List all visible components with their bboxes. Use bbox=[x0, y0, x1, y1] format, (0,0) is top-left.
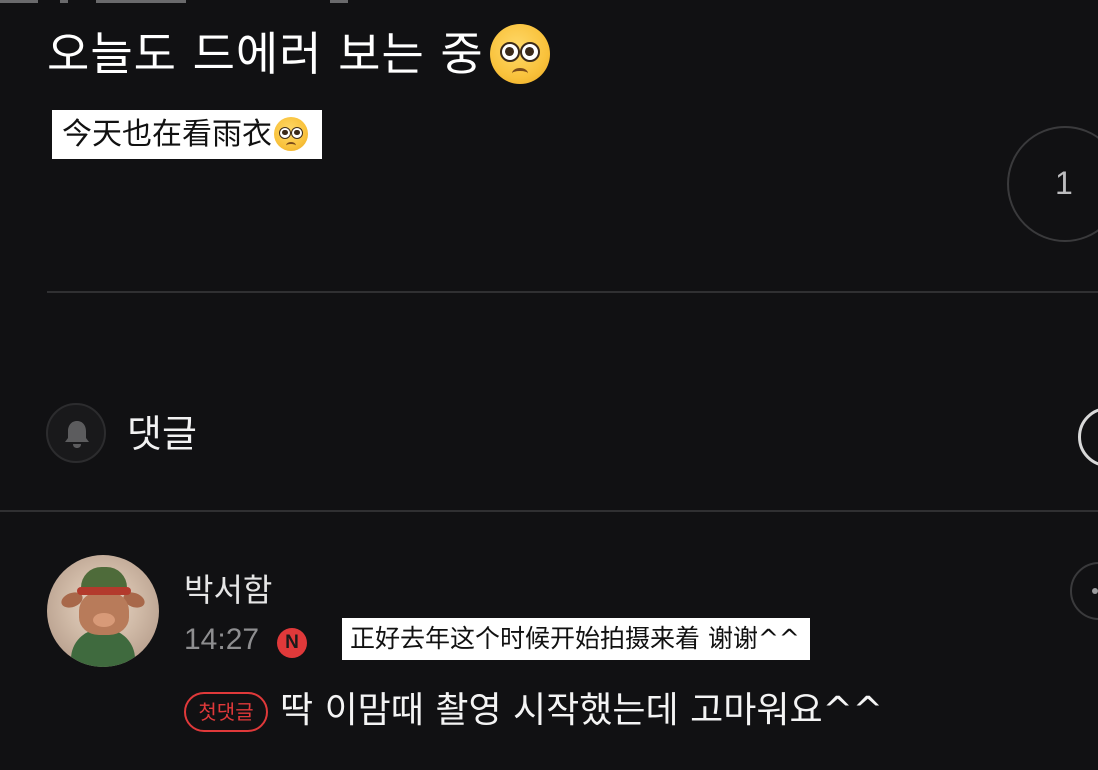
title-translation-text: 今天也在看雨衣 bbox=[62, 117, 272, 152]
refresh-button[interactable] bbox=[1078, 407, 1098, 467]
first-comment-badge: 첫댓글 bbox=[184, 692, 268, 732]
pleading-face-icon bbox=[489, 23, 550, 84]
post-title-text: 오늘도 드에러 보는 중 bbox=[47, 27, 484, 81]
comment-more-button[interactable] bbox=[1070, 562, 1098, 620]
comment-translation-text: 正好去年这个时候开始拍摄来着 谢谢^^ bbox=[350, 624, 800, 653]
post-title: 오늘도 드에러 보는 중 bbox=[47, 22, 550, 88]
title-translation-caption: 今天也在看雨衣 bbox=[52, 110, 322, 159]
comment-text: 딱 이맘때 촬영 시작했는데 고마워요^^ bbox=[280, 690, 883, 731]
divider bbox=[47, 291, 1098, 293]
top-cropped-text bbox=[0, 0, 360, 6]
comment-author[interactable]: 박서함 bbox=[184, 570, 272, 610]
new-badge: N bbox=[277, 628, 307, 658]
comment-translation-caption: 正好去年这个时候开始拍摄来着 谢谢^^ bbox=[342, 618, 810, 660]
reaction-count: 1 bbox=[1055, 165, 1073, 201]
bell-icon bbox=[65, 421, 89, 448]
divider bbox=[0, 510, 1098, 512]
reaction-count-button[interactable]: 1 bbox=[1007, 126, 1098, 242]
avatar[interactable] bbox=[47, 555, 159, 667]
notification-bell-button[interactable] bbox=[46, 403, 106, 463]
pleading-face-icon bbox=[274, 116, 308, 151]
comments-section-label: 댓글 bbox=[127, 412, 197, 456]
comment-timestamp: 14:27 bbox=[184, 623, 260, 656]
